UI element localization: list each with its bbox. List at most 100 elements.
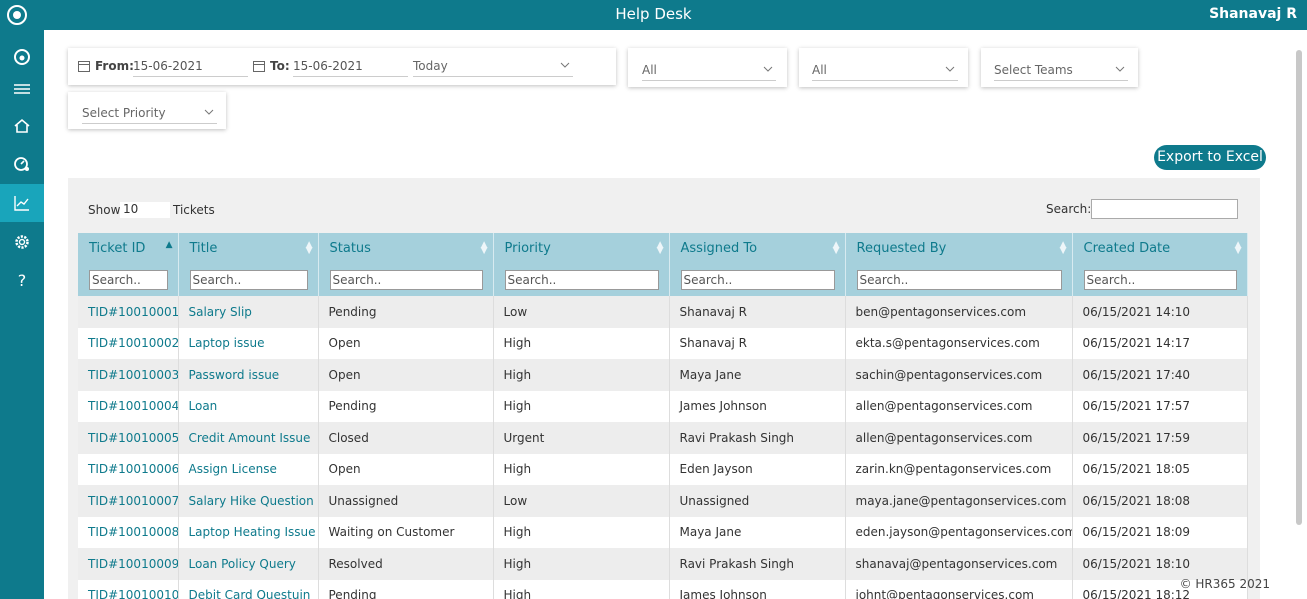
table-row: TID#10010004 Loan Pending High James Joh… bbox=[78, 390, 1248, 422]
ticket-requester: allen@pentagonservices.com bbox=[845, 390, 1073, 422]
table-row: TID#10010010 Debit Card Questuin Pending… bbox=[78, 579, 1248, 599]
from-date-input[interactable]: 15-06-2021 bbox=[133, 59, 248, 77]
table-row: TID#10010005 Credit Amount Issue Closed … bbox=[78, 422, 1248, 454]
ticket-title-link[interactable]: Loan Policy Query bbox=[178, 548, 319, 580]
from-label: From: bbox=[95, 59, 134, 73]
column-filter-input[interactable]: Search.. bbox=[504, 269, 659, 290]
column-filter-input[interactable]: Search.. bbox=[189, 269, 308, 290]
category-select[interactable]: All bbox=[812, 63, 958, 81]
ticket-id-link[interactable]: TID#10010006 bbox=[78, 453, 179, 485]
teams-select[interactable]: Select Teams bbox=[994, 63, 1128, 81]
table-search-input[interactable] bbox=[1091, 199, 1238, 219]
table-row: TID#10010009 Loan Policy Query Resolved … bbox=[78, 548, 1248, 580]
ticket-created-date: 06/15/2021 18:05 bbox=[1072, 453, 1248, 485]
column-header-assigned-to[interactable]: Assigned To ▲ ▼ bbox=[669, 233, 846, 263]
priority-select[interactable]: Select Priority bbox=[82, 106, 217, 124]
ticket-title-link[interactable]: Laptop issue bbox=[178, 327, 319, 359]
ticket-priority: High bbox=[493, 453, 670, 485]
home-icon bbox=[14, 118, 30, 133]
ticket-created-date: 06/15/2021 17:57 bbox=[1072, 390, 1248, 422]
ticket-requester: johnt@pentagonservices.com bbox=[845, 579, 1073, 599]
ticket-id-link[interactable]: TID#10010003 bbox=[78, 359, 179, 391]
column-filter-input[interactable]: Search.. bbox=[329, 269, 483, 290]
ticket-id-link[interactable]: TID#10010008 bbox=[78, 516, 179, 548]
ticket-title-link[interactable]: Debit Card Questuin bbox=[178, 579, 319, 599]
ticket-title-link[interactable]: Credit Amount Issue bbox=[178, 422, 319, 454]
ticket-id-link[interactable]: TID#10010010 bbox=[78, 579, 179, 599]
chevron-down-icon bbox=[763, 66, 773, 72]
ticket-id-link[interactable]: TID#10010007 bbox=[78, 485, 179, 517]
category-select-value: All bbox=[812, 63, 827, 77]
ticket-priority: Urgent bbox=[493, 422, 670, 454]
show-label: Show bbox=[88, 203, 121, 217]
tickets-label: Tickets bbox=[173, 203, 215, 217]
chart-icon bbox=[14, 196, 29, 211]
chevron-down-icon bbox=[945, 66, 955, 72]
filter-card-2: All bbox=[799, 48, 968, 87]
sidebar-item-helpdesk[interactable] bbox=[0, 145, 44, 183]
ticket-status: Pending bbox=[318, 579, 494, 599]
ticket-priority: High bbox=[493, 579, 670, 599]
column-header-requested-by[interactable]: Requested By ▲ ▼ bbox=[845, 233, 1073, 263]
ticket-requester: zarin.kn@pentagonservices.com bbox=[845, 453, 1073, 485]
date-range-select[interactable]: Today bbox=[413, 59, 573, 77]
helpdesk-icon bbox=[14, 157, 29, 171]
column-header-ticket-id[interactable]: Ticket ID ▲ bbox=[78, 233, 179, 263]
chevron-down-icon bbox=[204, 109, 214, 115]
sidebar-item-settings[interactable] bbox=[0, 223, 44, 261]
ticket-created-date: 06/15/2021 14:17 bbox=[1072, 327, 1248, 359]
top-bar: Help Desk Shanavaj R bbox=[0, 0, 1307, 30]
ticket-id-link[interactable]: TID#10010009 bbox=[78, 548, 179, 580]
column-header-priority[interactable]: Priority ▲ ▼ bbox=[493, 233, 670, 263]
ticket-id-link[interactable]: TID#10010002 bbox=[78, 327, 179, 359]
table-row: TID#10010001 Salary Slip Pending Low Sha… bbox=[78, 296, 1248, 328]
ticket-assignee: Shanavaj R bbox=[669, 296, 846, 328]
sidebar-item-menu[interactable] bbox=[0, 70, 44, 108]
ticket-created-date: 06/15/2021 17:40 bbox=[1072, 359, 1248, 391]
sidebar-item-help[interactable]: ? bbox=[0, 261, 44, 299]
ticket-priority: High bbox=[493, 390, 670, 422]
ticket-assignee: Ravi Prakash Singh bbox=[669, 548, 846, 580]
help-icon: ? bbox=[18, 271, 27, 289]
ticket-title-link[interactable]: Loan bbox=[178, 390, 319, 422]
column-filter-input[interactable]: Search.. bbox=[1083, 269, 1237, 290]
calendar-icon bbox=[78, 61, 90, 72]
tickets-table: Ticket ID ▲ Title ▲ ▼ Status ▲ ▼ Priority ▲ ▼ A… bbox=[78, 233, 1248, 599]
ticket-status: Pending bbox=[318, 296, 494, 328]
ticket-requester: ekta.s@pentagonservices.com bbox=[845, 327, 1073, 359]
date-filter-card: From: 15-06-2021 To: 15-06-2021 Today bbox=[68, 48, 616, 85]
column-filter-input[interactable]: Search.. bbox=[856, 269, 1062, 290]
table-row: TID#10010006 Assign License Open High Ed… bbox=[78, 453, 1248, 485]
status-select[interactable]: All bbox=[642, 63, 776, 81]
column-filter-input[interactable]: Search.. bbox=[680, 269, 835, 290]
sort-icon: ▲ bbox=[165, 240, 173, 250]
ticket-id-link[interactable]: TID#10010005 bbox=[78, 422, 179, 454]
sort-icon: ▲ ▼ bbox=[1059, 240, 1067, 256]
ticket-title-link[interactable]: Password issue bbox=[178, 359, 319, 391]
ticket-title-link[interactable]: Assign License bbox=[178, 453, 319, 485]
ticket-title-link[interactable]: Laptop Heating Issue bbox=[178, 516, 319, 548]
sidebar-item-home[interactable] bbox=[0, 107, 44, 145]
page-scrollbar[interactable] bbox=[1296, 50, 1302, 525]
table-row: TID#10010003 Password issue Open High Ma… bbox=[78, 359, 1248, 391]
to-date-input[interactable]: 15-06-2021 bbox=[293, 59, 408, 77]
ticket-priority: High bbox=[493, 516, 670, 548]
ticket-created-date: 06/15/2021 17:59 bbox=[1072, 422, 1248, 454]
ticket-requester: ben@pentagonservices.com bbox=[845, 296, 1073, 328]
sidebar-item-reports[interactable] bbox=[0, 184, 44, 222]
chevron-down-icon bbox=[560, 62, 570, 68]
ticket-title-link[interactable]: Salary Slip bbox=[178, 296, 319, 328]
page-size-select[interactable]: 10 bbox=[120, 202, 170, 218]
sort-icon: ▲ ▼ bbox=[832, 240, 840, 256]
column-header-status[interactable]: Status ▲ ▼ bbox=[318, 233, 494, 263]
column-header-created-date[interactable]: Created Date ▲ ▼ bbox=[1072, 233, 1248, 263]
ticket-id-link[interactable]: TID#10010001 bbox=[78, 296, 179, 328]
column-header-title[interactable]: Title ▲ ▼ bbox=[178, 233, 319, 263]
ticket-id-link[interactable]: TID#10010004 bbox=[78, 390, 179, 422]
column-filter-input[interactable]: Search.. bbox=[89, 269, 168, 290]
ticket-title-link[interactable]: Salary Hike Question bbox=[178, 485, 319, 517]
ticket-assignee: Eden Jayson bbox=[669, 453, 846, 485]
user-name[interactable]: Shanavaj R bbox=[1209, 6, 1297, 22]
export-to-excel-button[interactable]: Export to Excel bbox=[1154, 145, 1266, 170]
ticket-status: Open bbox=[318, 327, 494, 359]
